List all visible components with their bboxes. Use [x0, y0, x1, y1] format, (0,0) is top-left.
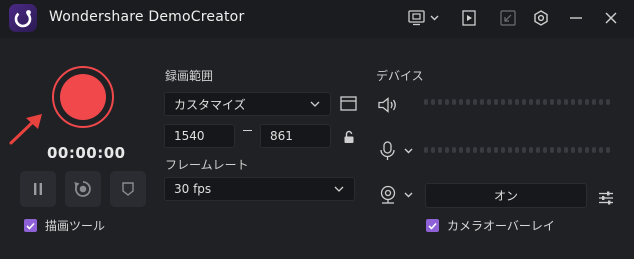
pause-icon — [34, 183, 42, 195]
restart-button[interactable] — [65, 171, 101, 207]
frame-rate-value: 30 fps — [174, 182, 212, 196]
window-frame-icon — [340, 96, 357, 111]
camera-overlay-label: カメラオーバーレイ — [447, 219, 555, 233]
capture-mode-select[interactable]: カスタマイズ — [164, 92, 331, 116]
minimize-icon — [570, 17, 582, 19]
fullscreen-region-button[interactable] — [340, 93, 357, 115]
minimize-button[interactable] — [569, 7, 583, 29]
chevron-down-icon — [310, 101, 320, 107]
recording-timer: 00:00:00 — [47, 144, 126, 162]
sliders-icon — [599, 191, 613, 205]
shield-icon — [122, 182, 134, 196]
microphone-button[interactable] — [378, 140, 418, 162]
aspect-lock-button[interactable] — [343, 126, 355, 148]
play-panel-button[interactable] — [462, 7, 476, 29]
checkmark-icon — [26, 222, 35, 230]
microphone-level-meter — [424, 147, 610, 153]
screen-settings-button[interactable] — [408, 7, 442, 29]
unlock-icon — [344, 130, 354, 143]
microphone-icon — [380, 141, 413, 160]
restart-icon — [74, 181, 91, 197]
system-audio-button[interactable] — [378, 94, 398, 116]
pointer-arrow-icon — [9, 114, 42, 145]
app-title: Wondershare DemoCreator — [49, 9, 245, 25]
webcam-toggle-label: オン — [493, 189, 518, 203]
screen-settings-icon — [408, 10, 439, 26]
dimension-separator — [243, 130, 252, 131]
settings-button[interactable] — [533, 7, 549, 29]
record-button[interactable] — [52, 66, 114, 128]
title-bar: Wondershare DemoCreator — [0, 0, 634, 36]
speaker-level-meter — [424, 99, 610, 105]
app-logo-icon — [9, 4, 37, 32]
webcam-button[interactable] — [378, 184, 418, 206]
width-value: 1540 — [174, 129, 205, 143]
gear-icon — [534, 10, 548, 26]
webcam-settings-button[interactable] — [598, 187, 614, 209]
close-icon — [605, 12, 617, 24]
shrink-icon — [500, 10, 516, 26]
frame-rate-label: フレームレート — [165, 158, 249, 172]
frame-rate-select[interactable]: 30 fps — [164, 177, 355, 201]
webcam-icon — [380, 185, 413, 204]
capture-area-label: 録画範囲 — [165, 69, 214, 83]
height-value: 861 — [270, 129, 293, 143]
shrink-button[interactable] — [500, 7, 516, 29]
close-button[interactable] — [604, 7, 618, 29]
marker-button[interactable] — [110, 171, 146, 207]
height-input[interactable]: 861 — [260, 124, 331, 148]
play-panel-icon — [462, 10, 476, 26]
drawing-tools-label: 描画ツール — [45, 219, 106, 233]
speaker-icon — [378, 97, 396, 113]
capture-mode-value: カスタマイズ — [174, 97, 246, 112]
chevron-down-icon — [334, 186, 344, 192]
camera-overlay-checkbox[interactable] — [426, 219, 439, 232]
webcam-toggle-button[interactable]: オン — [425, 183, 587, 208]
drawing-tools-checkbox[interactable] — [24, 219, 37, 232]
checkmark-icon — [428, 222, 437, 230]
devices-label: デバイス — [376, 69, 424, 83]
record-dot-icon — [60, 74, 106, 120]
width-input[interactable]: 1540 — [164, 124, 235, 148]
pause-button[interactable] — [20, 171, 56, 207]
